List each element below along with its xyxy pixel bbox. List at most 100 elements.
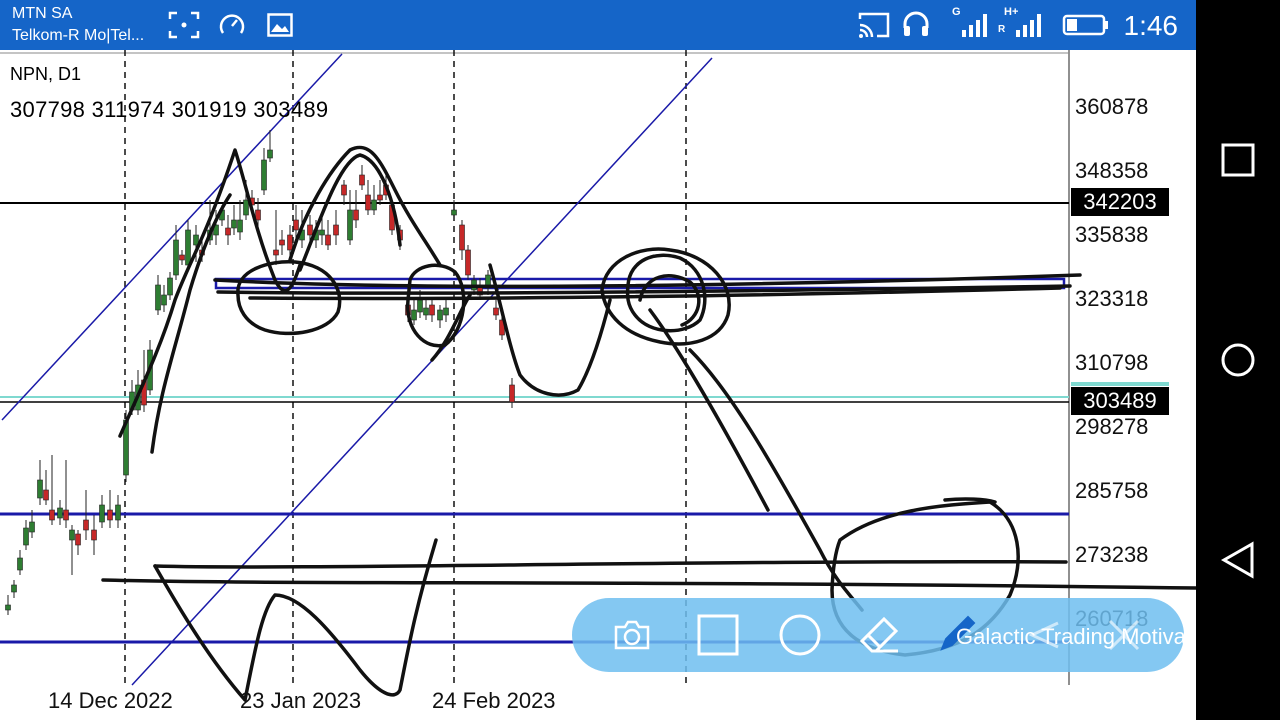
candle-bull: [115, 504, 121, 521]
price-axis-tick: 335838: [1075, 222, 1149, 247]
candle-bull: [161, 294, 167, 306]
signal-2-icon: H+ R: [998, 6, 1044, 40]
candle-bull: [237, 219, 243, 233]
candle-bull: [155, 284, 161, 311]
candle-bull: [37, 479, 43, 499]
date-axis-tick: 23 Jan 2023: [240, 688, 362, 713]
drawing-stroke: [213, 273, 1082, 289]
home-icon[interactable]: [1218, 340, 1258, 380]
camera-icon[interactable]: [610, 613, 654, 657]
candle-bull: [5, 604, 11, 611]
candle-bull: [11, 584, 17, 593]
recents-icon[interactable]: [1218, 140, 1258, 180]
drawing-stroke: [288, 145, 442, 267]
channel-watermark: Galactic Trading Motivation: [956, 624, 1222, 649]
candle-bull: [319, 229, 325, 236]
candle-bull: [443, 307, 449, 316]
clock: 1:46: [1123, 10, 1179, 41]
candle-bear: [179, 254, 185, 261]
drawing-stroke: [153, 538, 438, 702]
circle-icon[interactable]: [778, 613, 822, 657]
signal-2-label: H+: [1004, 6, 1019, 18]
drawing-stroke: [688, 348, 864, 612]
candle-bull: [411, 309, 417, 321]
carrier-name-primary: MTN SA: [12, 5, 73, 22]
eraser-icon[interactable]: [858, 613, 902, 657]
price-axis-tick: 348358: [1075, 158, 1149, 183]
candle-bull: [69, 529, 75, 541]
headset-icon: [900, 10, 932, 40]
battery-icon: [1062, 10, 1110, 40]
price-axis-tick: 285758: [1075, 478, 1149, 503]
candle-bear: [465, 249, 471, 276]
drawing-stroke: [406, 263, 466, 348]
candle-bear: [49, 509, 55, 521]
candle-bear: [353, 209, 359, 221]
candle-bear: [377, 194, 383, 201]
back-icon[interactable]: [1218, 540, 1258, 580]
date-axis-tick: 14 Dec 2022: [48, 688, 173, 713]
symbol-label: NPN, D1: [10, 64, 82, 84]
candle-bear: [333, 224, 339, 236]
candle-bull: [29, 521, 35, 533]
drawing-stroke: [943, 497, 997, 504]
candle-bear: [43, 489, 49, 501]
candle-bear: [459, 224, 465, 251]
price-tag-current: 303489: [1071, 387, 1169, 415]
candle-bear: [279, 239, 285, 246]
candle-bull: [185, 229, 191, 266]
candle-bear: [107, 509, 113, 521]
price-axis-tick: 298278: [1075, 414, 1149, 439]
rectangle-icon[interactable]: [696, 613, 740, 657]
candle-bull: [347, 209, 353, 241]
date-axis-tick: 24 Feb 2023: [432, 688, 556, 713]
candle-bull: [261, 159, 267, 191]
candle-bear: [325, 234, 331, 246]
cast-icon: [858, 10, 890, 40]
candle-bull: [451, 209, 457, 216]
candle-bull: [173, 239, 179, 276]
navigation-bar: [1196, 0, 1280, 720]
drawing-stroke: [430, 293, 472, 362]
candle-bear: [75, 533, 81, 546]
candle-bull: [167, 277, 173, 296]
candle-bull: [23, 527, 29, 546]
candle-bull: [371, 199, 377, 211]
candle-bull: [57, 507, 63, 519]
candle-bear: [365, 194, 371, 211]
candle-bear: [307, 224, 313, 236]
speedometer-icon: [216, 10, 248, 40]
price-axis-tick: 273238: [1075, 542, 1149, 567]
candle-bear: [91, 529, 97, 541]
drawing-stroke: [648, 308, 770, 512]
candle-bull: [423, 307, 429, 316]
candle-bull: [243, 199, 249, 216]
signal-2-roaming: R: [998, 24, 1006, 35]
price-axis-tick: 323318: [1075, 286, 1149, 311]
price-axis-tick: 310798: [1075, 350, 1149, 375]
status-bar: MTN SA Telkom-R Mo|Tel... G H+ R 1:46: [0, 0, 1196, 50]
candle-bull: [99, 504, 105, 523]
carrier-name-secondary: Telkom-R Mo|Tel...: [12, 27, 145, 44]
ohlc-readout: 307798 311974 301919 303489: [10, 97, 329, 122]
candle-bear: [341, 184, 347, 196]
candle-bull: [17, 557, 23, 571]
candle-bear: [225, 227, 231, 236]
price-axis-tick: 360878: [1075, 94, 1149, 119]
drawing-stroke: [101, 578, 1196, 590]
drawing-stroke: [153, 559, 1068, 569]
bid-marker: [1071, 382, 1169, 386]
candle-bear: [273, 249, 279, 256]
drawing-stroke: [638, 274, 701, 327]
price-tag-level: 342203: [1071, 188, 1169, 216]
candle-bear: [493, 307, 499, 316]
candle-bull: [417, 299, 423, 313]
candle-bull: [267, 149, 273, 159]
candle-bear: [429, 304, 435, 316]
gallery-icon: [264, 10, 296, 40]
candle-bear: [359, 174, 365, 186]
screen-capture-icon: [168, 10, 200, 40]
signal-1-label: G: [952, 6, 961, 18]
candle-bear: [293, 219, 299, 231]
candle-bear: [287, 234, 293, 251]
